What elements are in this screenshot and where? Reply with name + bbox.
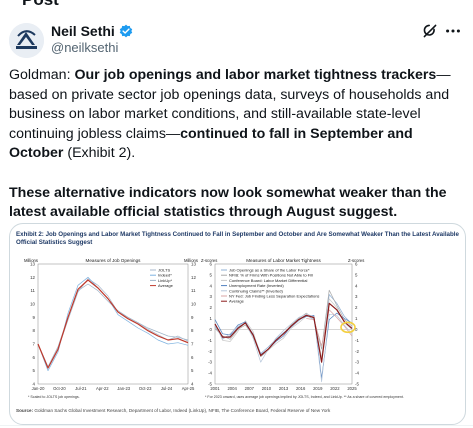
series-line-unemployment-rate-inverted <box>214 312 353 379</box>
y-tick-label-right: 9 <box>191 315 194 320</box>
author-name-row[interactable]: Neil Sethi <box>51 22 133 40</box>
y-tick-label-right: 5 <box>191 368 194 373</box>
series-line-linkup <box>37 283 189 368</box>
verified-badge-icon <box>119 24 133 38</box>
x-tick-label: Apr-25 <box>182 386 195 391</box>
y-tick-label: 4 <box>210 283 213 288</box>
x-tick-label: 2004 <box>227 386 237 391</box>
x-tick-label: Jul-21 <box>75 386 87 391</box>
x-tick-label: 2007 <box>245 386 255 391</box>
x-tick-label: 2019 <box>313 386 323 391</box>
y-tick-label: 0 <box>210 327 213 332</box>
avatar[interactable] <box>9 23 44 58</box>
y-tick-label-right: 2 <box>355 305 358 310</box>
series-line-average <box>37 279 189 369</box>
exhibit-source: Source: Goldman Sachs Global Investment … <box>16 408 331 413</box>
x-tick-label: Jan-23 <box>117 386 130 391</box>
divider <box>0 425 473 426</box>
y-tick-label: 2 <box>210 305 213 310</box>
y-tick-label-right: -4 <box>355 371 359 376</box>
y-tick-label-right: 10 <box>191 302 196 307</box>
y-tick-label-right: 1 <box>355 316 358 321</box>
legend-item: Average <box>158 283 174 288</box>
x-tick-label: 2001 <box>210 386 220 391</box>
y-tick-label: -3 <box>208 360 212 365</box>
series-line-indeed <box>37 276 189 372</box>
y-tick-label-right: -1 <box>355 338 359 343</box>
y-tick-label: 6 <box>33 355 36 360</box>
legend-item: Average <box>229 299 245 304</box>
y-tick-label: -4 <box>208 371 212 376</box>
tweet-paragraph-1: Goldman: Our job openings and labor mark… <box>9 67 451 161</box>
chart-footnote: * Scaled to JOLTS job openings. <box>28 395 80 399</box>
x-tick-label: Oct-20 <box>53 386 66 391</box>
tweet-text: Goldman: Our job openings and labor mark… <box>9 66 465 243</box>
author-handle[interactable]: @neilksethi <box>51 40 118 55</box>
y-tick-label: 9 <box>33 315 36 320</box>
y-tick-label-right: 11 <box>191 288 196 293</box>
y-tick-label-right: 4 <box>355 283 358 288</box>
x-tick-label: Oct-23 <box>139 386 152 391</box>
chart-footnote: * For 2023 onward, uses average job open… <box>205 395 404 399</box>
y-tick-label: 13 <box>30 262 35 267</box>
chart-title: Measures of Labor Market Tightness <box>246 258 321 263</box>
exhibit-charts: Measures of Job OpeningsMillions Millions… <box>24 258 404 399</box>
y-tick-label: -2 <box>208 349 212 354</box>
x-tick-label: 2016 <box>296 386 306 391</box>
series-line-jolts <box>37 278 189 369</box>
series-line-continuing-claims-inverted <box>214 313 353 383</box>
y-tick-label-right: 7 <box>191 342 194 347</box>
y-tick-label-right: -3 <box>355 360 359 365</box>
x-tick-label: Jan-20 <box>32 386 45 391</box>
y-tick-label: 7 <box>33 342 36 347</box>
y-tick-label-right: 3 <box>355 294 358 299</box>
y-tick-label: 1 <box>210 316 213 321</box>
y-tick-label-right: 13 <box>191 262 196 267</box>
exhibit-image-card[interactable]: Exhibit 2: Job Openings and Labor Market… <box>9 223 466 425</box>
y-tick-label-right: 6 <box>191 355 194 360</box>
avatar-logo-icon <box>9 23 44 58</box>
y-tick-label: 5 <box>210 272 213 277</box>
x-tick-label: Jul-24 <box>161 386 173 391</box>
y-tick-label-right: 8 <box>191 328 194 333</box>
x-tick-label: 2025 <box>347 386 357 391</box>
y-tick-label: -1 <box>208 338 212 343</box>
x-tick-label: 2010 <box>262 386 272 391</box>
y-tick-label-right: -2 <box>355 349 359 354</box>
x-tick-label: Apr-22 <box>96 386 109 391</box>
y-tick-label: 12 <box>30 275 35 280</box>
y-tick-label-right: 5 <box>355 272 358 277</box>
y-tick-label: 8 <box>33 328 36 333</box>
y-tick-label: 10 <box>30 302 35 307</box>
y-tick-label: 11 <box>30 288 35 293</box>
y-tick-label: 3 <box>210 294 213 299</box>
top-bar: Post <box>0 0 473 10</box>
grok-icon[interactable] <box>422 23 438 39</box>
tweet-paragraph-2: These alternative indicators now look so… <box>9 184 447 221</box>
y-tick-label: 5 <box>33 368 36 373</box>
more-options-icon[interactable] <box>444 22 462 40</box>
x-tick-label: 2022 <box>330 386 340 391</box>
x-tick-label: 2013 <box>279 386 289 391</box>
chart-title: Measures of Job Openings <box>86 258 142 263</box>
y-tick-label-right: 12 <box>191 275 196 280</box>
author-name[interactable]: Neil Sethi <box>51 23 115 39</box>
top-bar-title: Post <box>22 0 59 10</box>
